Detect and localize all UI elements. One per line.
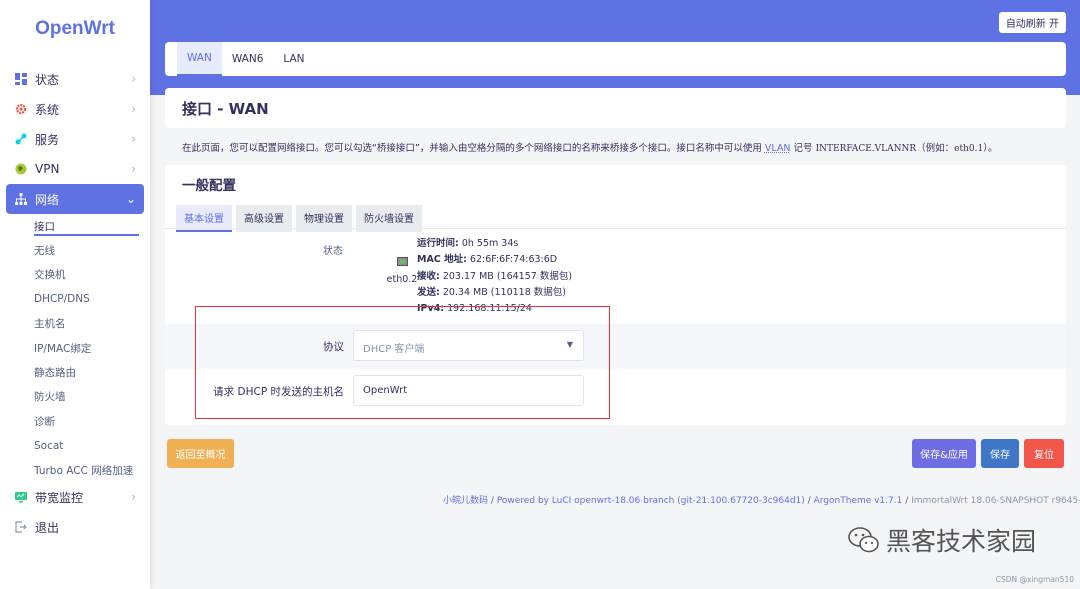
sidebar-item-services[interactable]: 服务 › <box>0 124 150 154</box>
sidebar-item-label: 带宽监控 <box>35 490 84 505</box>
auto-refresh-button[interactable]: 自动刷新 开 <box>998 12 1066 33</box>
reset-button[interactable]: 复位 <box>1024 439 1064 468</box>
sidebar-item-system[interactable]: 系统 › <box>0 94 150 124</box>
globe-icon <box>14 162 28 176</box>
tab-lan[interactable]: LAN <box>273 42 314 76</box>
rx-value: 203.17 MB (164157 数据包) <box>442 270 573 282</box>
wechat-icon <box>848 527 879 553</box>
sidebar-item-status[interactable]: 状态 › <box>0 64 150 94</box>
page-description: 在此页面，您可以配置网络接口。您可以勾选“桥接接口”，并输入由空格分隔的多个网络… <box>182 140 1062 154</box>
vlan-abbr: VLAN <box>764 143 791 154</box>
ethernet-port-icon <box>396 257 408 266</box>
mac-label: MAC 地址: <box>417 254 467 266</box>
sidebar-item-logout[interactable]: 退出 <box>0 512 150 542</box>
submenu-item-ip-mac-binding[interactable]: IP/MAC绑定 <box>34 336 139 360</box>
protocol-value: DHCP 客户端 <box>363 344 425 355</box>
divider <box>165 228 1066 229</box>
description-text: 在此页面，您可以配置网络接口。您可以勾选“桥接接口”，并输入由空格分隔的多个网络… <box>182 143 762 154</box>
protocol-label: 协议 <box>323 341 344 353</box>
chevron-right-icon: › <box>131 72 136 86</box>
page-title-card: 接口 - WAN <box>165 88 1066 128</box>
ipv4-label: IPv4: <box>417 303 445 315</box>
submenu-item-turbo-acc[interactable]: Turbo ACC 网络加速 <box>34 458 139 482</box>
protocol-select[interactable]: DHCP 客户端 ▼ <box>353 330 584 361</box>
watermark: 黑客技术家园 <box>848 522 1036 558</box>
footer-luci-link[interactable]: Powered by LuCI openwrt-18.06 branch (gi… <box>497 496 805 506</box>
port-name: eth0.2 <box>386 274 418 285</box>
sidebar-menu: 状态 › 系统 › 服务 › VPN › 网络 ⌄ 接口 无线 交换机 DHCP… <box>0 64 150 542</box>
chevron-right-icon: › <box>131 132 136 146</box>
sidebar-item-label: 状态 <box>35 72 60 87</box>
uptime-value: 0h 55m 34s <box>461 238 519 249</box>
network-icon <box>14 192 28 206</box>
submenu-item-diagnostics[interactable]: 诊断 <box>34 409 139 433</box>
protocol-row: 协议 DHCP 客户端 ▼ <box>165 324 1066 369</box>
sidebar-item-label: 退出 <box>35 520 60 535</box>
logout-icon <box>14 520 28 534</box>
code-eth0-1: eth0.1 <box>954 144 984 154</box>
description-text: ）。 <box>983 143 998 154</box>
sidebar-item-network[interactable]: 网络 ⌄ <box>6 184 144 214</box>
submenu-item-hostnames[interactable]: 主机名 <box>34 312 139 336</box>
status-label: 状态 <box>323 246 343 257</box>
tab-wan[interactable]: WAN <box>177 42 222 76</box>
sidebar-item-label: VPN <box>35 162 60 176</box>
sidebar: OpenWrt 状态 › 系统 › 服务 › VPN › 网络 ⌄ 接口 无线 … <box>0 0 150 589</box>
sidebar-item-vpn[interactable]: VPN › <box>0 154 150 184</box>
submenu-item-wireless[interactable]: 无线 <box>34 238 139 262</box>
footer-version: ImmortalWrt 18.06-SNAPSHOT r9645-e636a2f… <box>911 496 1080 506</box>
footer-brand-link[interactable]: 小皖儿数码 <box>443 496 488 506</box>
sidebar-item-label: 服务 <box>35 132 60 147</box>
brand-logo[interactable]: OpenWrt <box>0 18 150 40</box>
chevron-down-icon: ⌄ <box>125 192 136 206</box>
sidebar-item-bandwidth-monitor[interactable]: 带宽监控 › <box>0 482 150 512</box>
rx-label: 接收: <box>417 270 440 282</box>
monitor-icon <box>14 490 28 504</box>
gear-icon <box>14 102 28 116</box>
services-icon <box>14 132 28 146</box>
chevron-right-icon: › <box>131 162 136 176</box>
uptime-label: 运行时间: <box>417 238 459 249</box>
submenu-item-dhcp-dns[interactable]: DHCP/DNS <box>34 287 139 311</box>
port-status: eth0.2 <box>385 257 419 285</box>
submenu-item-firewall[interactable]: 防火墙 <box>34 385 139 409</box>
general-config-card: 一般配置 基本设置 高级设置 物理设置 防火墙设置 状态 eth0.2 运行时间… <box>165 165 1066 425</box>
tx-label: 发送: <box>417 286 440 298</box>
submenu-item-socat[interactable]: Socat <box>34 434 139 458</box>
mac-value: 62:6F:6F:74:63:6D <box>469 254 558 266</box>
sidebar-item-label: 系统 <box>35 102 60 117</box>
description-text: （例如： <box>916 143 955 154</box>
sidebar-item-label: 网络 <box>35 192 60 207</box>
description-text: 记号 <box>793 143 813 154</box>
caret-down-icon: ▼ <box>566 340 573 349</box>
status-info: 运行时间: 0h 55m 34s MAC 地址: 62:6F:6F:74:63:… <box>417 236 572 317</box>
chevron-right-icon: › <box>131 490 136 505</box>
dashboard-icon <box>14 72 28 86</box>
back-to-overview-button[interactable]: 返回至概况 <box>167 439 234 468</box>
tx-value: 20.34 MB (110118 数据包) <box>442 286 566 298</box>
save-button[interactable]: 保存 <box>981 439 1019 468</box>
hostname-input[interactable]: OpenWrt <box>353 375 584 406</box>
interface-tabs: WAN WAN6 LAN <box>165 42 1066 76</box>
submenu-item-interfaces[interactable]: 接口 <box>34 214 139 238</box>
submenu-item-switch[interactable]: 交换机 <box>34 263 139 287</box>
csdn-watermark: CSDN @xingman510 <box>995 575 1074 584</box>
network-submenu: 接口 无线 交换机 DHCP/DNS 主机名 IP/MAC绑定 静态路由 防火墙… <box>0 214 150 482</box>
ipv4-value: 192.168.11.15/24 <box>447 303 532 315</box>
footer: 小皖儿数码 / Powered by LuCI openwrt-18.06 br… <box>443 493 1080 506</box>
footer-theme-link[interactable]: ArgonTheme v1.7.1 <box>814 496 903 506</box>
submenu-item-static-routes[interactable]: 静态路由 <box>34 360 139 384</box>
hostname-label: 请求 DHCP 时发送的主机名 <box>213 386 344 398</box>
save-apply-button[interactable]: 保存&应用 <box>912 439 976 468</box>
chevron-right-icon: › <box>131 102 136 116</box>
watermark-text: 黑客技术家园 <box>886 527 1037 556</box>
tab-wan6[interactable]: WAN6 <box>222 42 274 76</box>
page-title: 接口 - WAN <box>182 100 269 118</box>
code-interface-vlannr: INTERFACE.VLANNR <box>815 144 917 154</box>
section-title: 一般配置 <box>182 178 236 194</box>
hostname-row: 请求 DHCP 时发送的主机名 OpenWrt <box>165 369 1066 414</box>
